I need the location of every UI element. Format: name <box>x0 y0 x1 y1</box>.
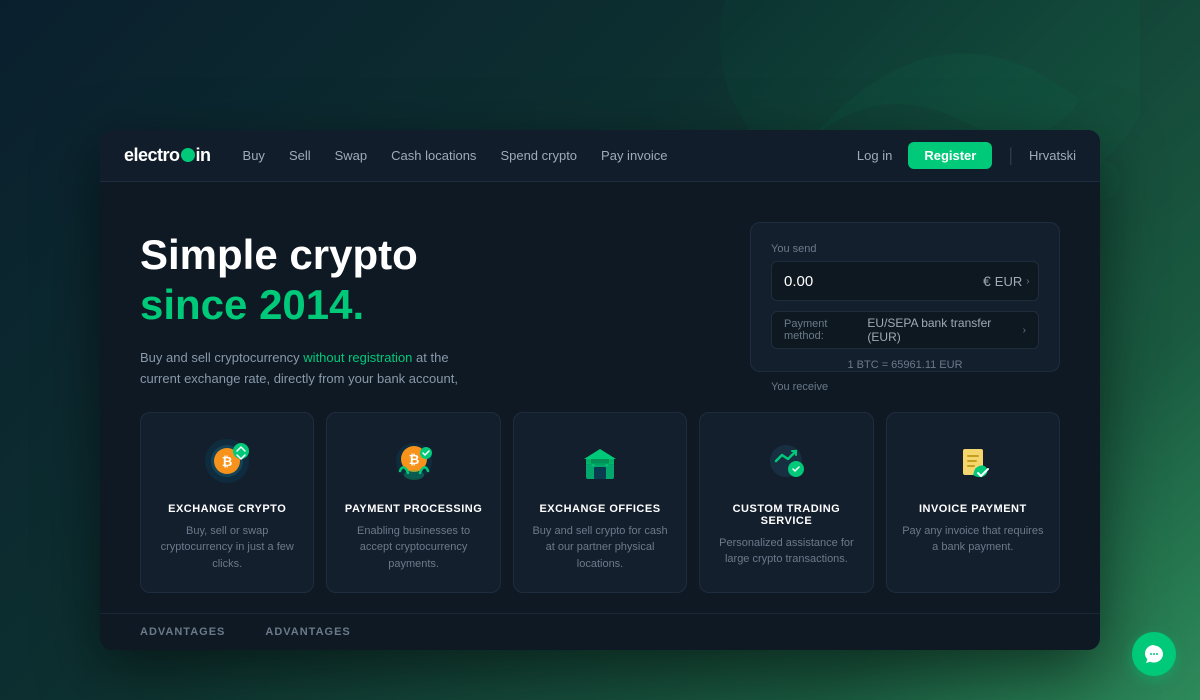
hero-desc-part1: Buy and sell cryptocurrency <box>140 350 303 365</box>
feature-invoice-payment-desc: Pay any invoice that requires a bank pay… <box>901 523 1045 556</box>
exchange-crypto-icon: ₿ <box>199 433 255 489</box>
nav-cash-locations[interactable]: Cash locations <box>391 148 476 163</box>
receive-label: You receive <box>771 381 1039 392</box>
exchange-offices-icon <box>572 433 628 489</box>
send-currency-label: EUR <box>995 274 1022 289</box>
send-label: You send <box>771 243 1039 255</box>
exchange-rate: 1 BTC = 65961.11 EUR <box>771 359 1039 371</box>
svg-text:₿: ₿ <box>222 454 233 469</box>
navbar: electroin Buy Sell Swap Cash locations S… <box>100 130 1100 182</box>
lang-divider: | <box>1008 145 1013 166</box>
feature-exchange-offices: EXCHANGE OFFICES Buy and sell crypto for… <box>513 412 687 594</box>
nav-swap[interactable]: Swap <box>335 148 368 163</box>
hero-desc-highlight: without registration <box>303 350 412 365</box>
nav-pay-invoice[interactable]: Pay invoice <box>601 148 667 163</box>
nav-sell[interactable]: Sell <box>289 148 311 163</box>
payment-method-label: Payment method: <box>784 318 867 342</box>
nav-links: Buy Sell Swap Cash locations Spend crypt… <box>243 148 857 163</box>
features-section: ₿ EXCHANGE CRYPTO Buy, sell or swap cryp… <box>100 392 1100 614</box>
feature-custom-trading: CUSTOM TRADING SERVICE Personalized assi… <box>699 412 873 594</box>
main-content: Simple crypto since 2014. Buy and sell c… <box>100 182 1100 392</box>
nav-spend-crypto[interactable]: Spend crypto <box>500 148 577 163</box>
send-amount-row[interactable]: € EUR › <box>771 261 1039 301</box>
login-button[interactable]: Log in <box>857 148 892 163</box>
payment-processing-icon: ₿ <box>386 433 442 489</box>
feature-exchange-offices-desc: Buy and sell crypto for cash at our part… <box>528 523 672 573</box>
chat-button[interactable] <box>1132 632 1176 676</box>
logo-text: electroin <box>124 145 211 166</box>
feature-custom-trading-desc: Personalized assistance for large crypto… <box>714 535 858 568</box>
payment-method-row[interactable]: Payment method: EU/SEPA bank transfer (E… <box>771 311 1039 349</box>
payment-chevron: › <box>1023 325 1026 336</box>
custom-trading-icon <box>758 433 814 489</box>
invoice-payment-icon <box>945 433 1001 489</box>
feature-exchange-crypto-title: EXCHANGE CRYPTO <box>155 503 299 515</box>
exchange-widget: You send € EUR › Payment method: EU/SEPA… <box>750 222 1060 372</box>
nav-right: Log in Register | Hrvatski <box>857 142 1076 169</box>
send-currency-chevron: › <box>1026 276 1029 287</box>
advantages-label-right: ADVANTAGES <box>265 626 350 638</box>
eur-icon: € <box>983 273 991 289</box>
feature-invoice-payment: INVOICE PAYMENT Pay any invoice that req… <box>886 412 1060 594</box>
bottom-bar: ADVANTAGES ADVANTAGES <box>100 613 1100 650</box>
hero-title-line2: since 2014. <box>140 282 710 328</box>
feature-invoice-payment-title: INVOICE PAYMENT <box>901 503 1045 515</box>
feature-exchange-crypto: ₿ EXCHANGE CRYPTO Buy, sell or swap cryp… <box>140 412 314 594</box>
svg-text:₿: ₿ <box>408 452 419 467</box>
register-nav-button[interactable]: Register <box>908 142 992 169</box>
nav-buy[interactable]: Buy <box>243 148 265 163</box>
advantages-label-left: ADVANTAGES <box>140 626 225 638</box>
feature-payment-processing-title: PAYMENT PROCESSING <box>341 503 485 515</box>
send-currency-selector[interactable]: € EUR › <box>983 273 1030 289</box>
feature-exchange-crypto-desc: Buy, sell or swap cryptocurrency in just… <box>155 523 299 573</box>
language-selector[interactable]: Hrvatski <box>1029 148 1076 163</box>
feature-payment-processing: ₿ PAYMENT PROCESSING Enabling businesses… <box>326 412 500 594</box>
send-amount-input[interactable] <box>784 273 983 290</box>
logo-coin-icon <box>181 148 195 162</box>
main-window: electroin Buy Sell Swap Cash locations S… <box>100 130 1100 650</box>
feature-exchange-offices-title: EXCHANGE OFFICES <box>528 503 672 515</box>
feature-custom-trading-title: CUSTOM TRADING SERVICE <box>714 503 858 527</box>
hero-description: Buy and sell cryptocurrency without regi… <box>140 348 480 391</box>
payment-method-value: EU/SEPA bank transfer (EUR) <box>867 316 1022 344</box>
hero-title-line1: Simple crypto <box>140 232 710 278</box>
hero-section: Simple crypto since 2014. Buy and sell c… <box>140 222 710 372</box>
feature-payment-processing-desc: Enabling businesses to accept cryptocurr… <box>341 523 485 573</box>
logo[interactable]: electroin <box>124 145 211 166</box>
